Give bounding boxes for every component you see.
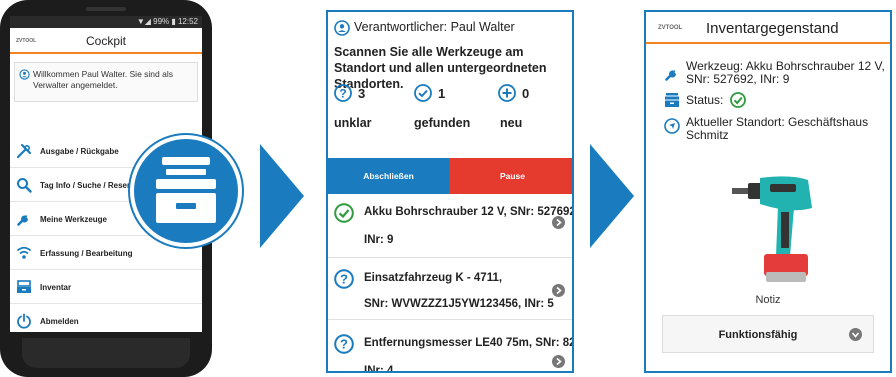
inventory-screen: Verantwortlicher: Paul Walter Scannen Si… xyxy=(326,10,574,373)
check-circle-icon xyxy=(414,84,432,102)
svg-text:?: ? xyxy=(340,337,348,352)
menu-label: Erfassung / Bearbeitung xyxy=(40,249,133,258)
phone-chin xyxy=(22,338,190,368)
location-name-cont: Schmitz xyxy=(686,128,729,142)
item-snr: SNr: WVWZZZ1J5YW123456, INr: 5 xyxy=(364,298,554,310)
arrow-right-icon xyxy=(590,144,634,248)
check-circle-icon xyxy=(730,92,746,108)
item-detail-screen: ZVTOOL Inventargegenstand Werkzeug: Akku… xyxy=(644,10,892,373)
page-title: Cockpit xyxy=(85,34,126,48)
finish-button[interactable]: Abschließen xyxy=(328,158,449,194)
app-bar: ZVTOOL Inventargegenstand xyxy=(646,12,890,44)
menu-label: Abmelden xyxy=(40,317,79,326)
scan-instruction: Scannen Sie alle Werkzeuge am Standort u… xyxy=(334,45,547,91)
drawer-icon xyxy=(665,93,679,107)
app-bar: ZVTOOL Cockpit xyxy=(10,28,202,54)
svg-text:?: ? xyxy=(340,272,348,287)
tool-numbers: SNr: 527692, INr: 9 xyxy=(686,72,790,86)
user-icon xyxy=(334,20,350,36)
item-inr: INr: 9 xyxy=(364,234,394,246)
question-icon: ? xyxy=(334,84,352,102)
pause-button[interactable]: Pause xyxy=(449,158,572,194)
check-circle-icon xyxy=(334,203,354,223)
condition-value: Funktionsfähig xyxy=(718,329,798,341)
arrow-right-icon xyxy=(260,144,304,248)
label-unclear: unklar xyxy=(334,116,372,130)
menu-label: Ausgabe / Rückgabe xyxy=(40,147,119,156)
menu-label: Inventar xyxy=(40,283,72,292)
count-new: 0 xyxy=(522,86,530,101)
responsible-label: Verantwortlicher: Paul Walter xyxy=(354,20,515,34)
note-label: Notiz xyxy=(755,294,781,306)
tools-icon xyxy=(16,143,32,159)
item-name: Entfernungsmesser LE40 75m, SNr: 8288 xyxy=(364,337,574,349)
list-item[interactable]: ? Entfernungsmesser LE40 75m, SNr: 8288 … xyxy=(328,320,574,373)
svg-text:?: ? xyxy=(339,87,346,101)
plus-circle-icon xyxy=(498,84,516,102)
question-icon: ? xyxy=(334,334,354,354)
power-icon xyxy=(17,313,31,329)
list-item[interactable]: Akku Bohrschrauber 12 V, SNr: 527692, IN… xyxy=(328,194,574,258)
menu-item-inventar[interactable]: Inventar xyxy=(10,270,202,304)
label-new: neu xyxy=(500,116,523,130)
drill-image xyxy=(732,176,812,282)
chevron-down-icon xyxy=(849,328,862,341)
page-title: Inventargegenstand xyxy=(706,20,839,37)
user-icon xyxy=(19,69,30,80)
wifi-icon xyxy=(16,246,32,259)
location-icon xyxy=(664,118,680,134)
phone-speaker xyxy=(86,7,126,11)
chevron-right-icon xyxy=(552,216,565,229)
welcome-text: Willkommen Paul Walter. Sie sind als Ver… xyxy=(33,69,173,90)
inventory-badge xyxy=(130,135,242,247)
label-found: gefunden xyxy=(414,116,471,130)
item-inr: INr: 4 xyxy=(364,365,394,373)
item-name: Einsatzfahrzeug K - 4711, xyxy=(364,272,503,284)
condition-dropdown[interactable]: Funktionsfähig xyxy=(662,315,874,353)
list-item[interactable]: ? Einsatzfahrzeug K - 4711, SNr: WVWZZZ1… xyxy=(328,258,572,320)
menu-item-abmelden[interactable]: Abmelden xyxy=(10,304,202,332)
question-icon: ? xyxy=(334,269,354,289)
menu-label: Tag Info / Suche / Reservie xyxy=(40,181,142,190)
count-unclear: 3 xyxy=(358,86,366,101)
menu-label: Meine Werkzeuge xyxy=(40,215,107,224)
search-icon xyxy=(17,178,32,193)
wrench-icon xyxy=(665,70,676,81)
brand-logo: ZVTOOL xyxy=(658,25,683,31)
welcome-message: Willkommen Paul Walter. Sie sind als Ver… xyxy=(14,62,198,102)
wrench-icon xyxy=(17,215,28,226)
count-found: 1 xyxy=(438,86,446,101)
drawer-icon xyxy=(156,157,216,223)
status-bar: ▼◢ 99% ▮ 12:52 xyxy=(10,16,202,28)
chevron-right-icon xyxy=(552,284,565,297)
drawer-icon xyxy=(17,280,31,293)
status-label: Status: xyxy=(686,93,724,107)
chevron-right-icon xyxy=(552,355,565,368)
item-name: Akku Bohrschrauber 12 V, SNr: 527692, xyxy=(364,206,574,218)
